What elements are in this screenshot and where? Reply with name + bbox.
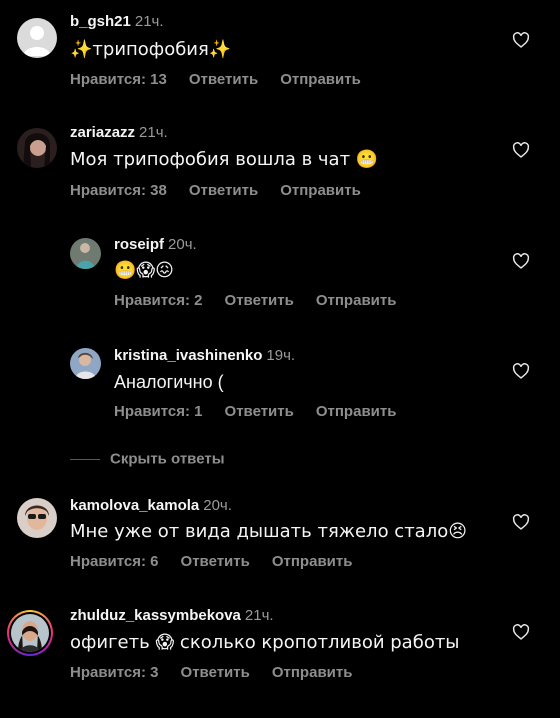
send-button[interactable]: Отправить [316,403,397,420]
comment-meta: kamolova_kamola 20ч. [70,497,232,515]
heart-icon[interactable] [512,363,530,379]
reply-button[interactable]: Ответить [181,664,250,681]
timestamp: 20ч. [168,236,197,253]
divider-line [70,458,100,460]
like-count[interactable]: Нравится: 3 [70,664,159,681]
comment-meta: zhulduz_kassymbekova 21ч. [70,607,274,625]
timestamp: 20ч. [203,497,232,514]
timestamp: 21ч. [139,124,168,141]
username[interactable]: kamolova_kamola [70,497,199,514]
comment-actions: Нравится: 13 Ответить Отправить [70,71,383,89]
heart-icon[interactable] [512,624,530,640]
comment-actions: Нравится: 2 Ответить Отправить [114,292,418,310]
like-count[interactable]: Нравится: 1 [114,403,203,420]
avatar-default[interactable] [17,18,57,58]
heart-icon[interactable] [512,32,530,48]
comment-actions: Нравится: 3 Ответить Отправить [70,664,374,682]
avatar[interactable] [70,238,101,269]
avatar[interactable] [17,498,57,538]
comment-meta: kristina_ivashinenko 19ч. [114,347,295,365]
profile-photo-icon [11,614,49,652]
profile-photo-icon [17,498,57,538]
avatar [11,614,49,652]
heart-icon[interactable] [512,253,530,269]
comment-text: Аналогично ( [114,372,224,392]
comment-actions: Нравится: 1 Ответить Отправить [114,403,418,421]
comment-text: Моя трипофобия вошла в чат 😬 [70,149,379,170]
send-button[interactable]: Отправить [316,292,397,309]
avatar[interactable] [17,128,57,168]
timestamp: 21ч. [134,13,164,30]
username[interactable]: roseipf [114,236,164,253]
comment-meta: roseipf 20ч. [114,236,197,254]
default-avatar-icon [17,18,57,58]
comment-meta: zariazazz 21ч. [70,124,168,142]
hide-replies-label: Скрыть ответы [110,450,225,468]
story-ring[interactable] [7,610,53,656]
send-button[interactable]: Отправить [280,182,361,199]
comment-text: 😬😱😖 [114,260,174,281]
comment-text: офигеть 😱 сколько кропотливой работы [70,632,460,653]
timestamp: 19ч. [266,347,296,364]
profile-photo-icon [70,238,101,269]
reply-button[interactable]: Ответить [225,403,294,420]
send-button[interactable]: Отправить [272,664,353,681]
send-button[interactable]: Отправить [280,71,361,88]
hide-replies-button[interactable]: Скрыть ответы [70,450,225,470]
reply-button[interactable]: Ответить [181,553,250,570]
comment-actions: Нравится: 6 Ответить Отправить [70,553,374,571]
reply-button[interactable]: Ответить [189,71,258,88]
reply-button[interactable]: Ответить [225,292,294,309]
like-count[interactable]: Нравится: 38 [70,182,167,199]
reply-button[interactable]: Ответить [189,182,258,199]
username[interactable]: kristina_ivashinenko [114,347,262,364]
comment-meta: b_gsh21 21ч. [70,13,164,31]
like-count[interactable]: Нравится: 2 [114,292,203,309]
heart-icon[interactable] [512,514,530,530]
username[interactable]: zariazazz [70,124,135,141]
like-count[interactable]: Нравится: 6 [70,553,159,570]
comment-text: ✨трипофобия✨ [70,39,232,60]
avatar[interactable] [70,348,101,379]
comment-text: Мне уже от вида дышать тяжело стало😣 [70,521,467,542]
username[interactable]: zhulduz_kassymbekova [70,607,241,624]
like-count[interactable]: Нравится: 13 [70,71,167,88]
send-button[interactable]: Отправить [272,553,353,570]
username[interactable]: b_gsh21 [70,13,131,30]
profile-photo-icon [70,348,101,379]
heart-icon[interactable] [512,142,530,158]
profile-photo-icon [17,128,57,168]
timestamp: 21ч. [244,607,274,624]
comment-actions: Нравится: 38 Ответить Отправить [70,182,383,200]
